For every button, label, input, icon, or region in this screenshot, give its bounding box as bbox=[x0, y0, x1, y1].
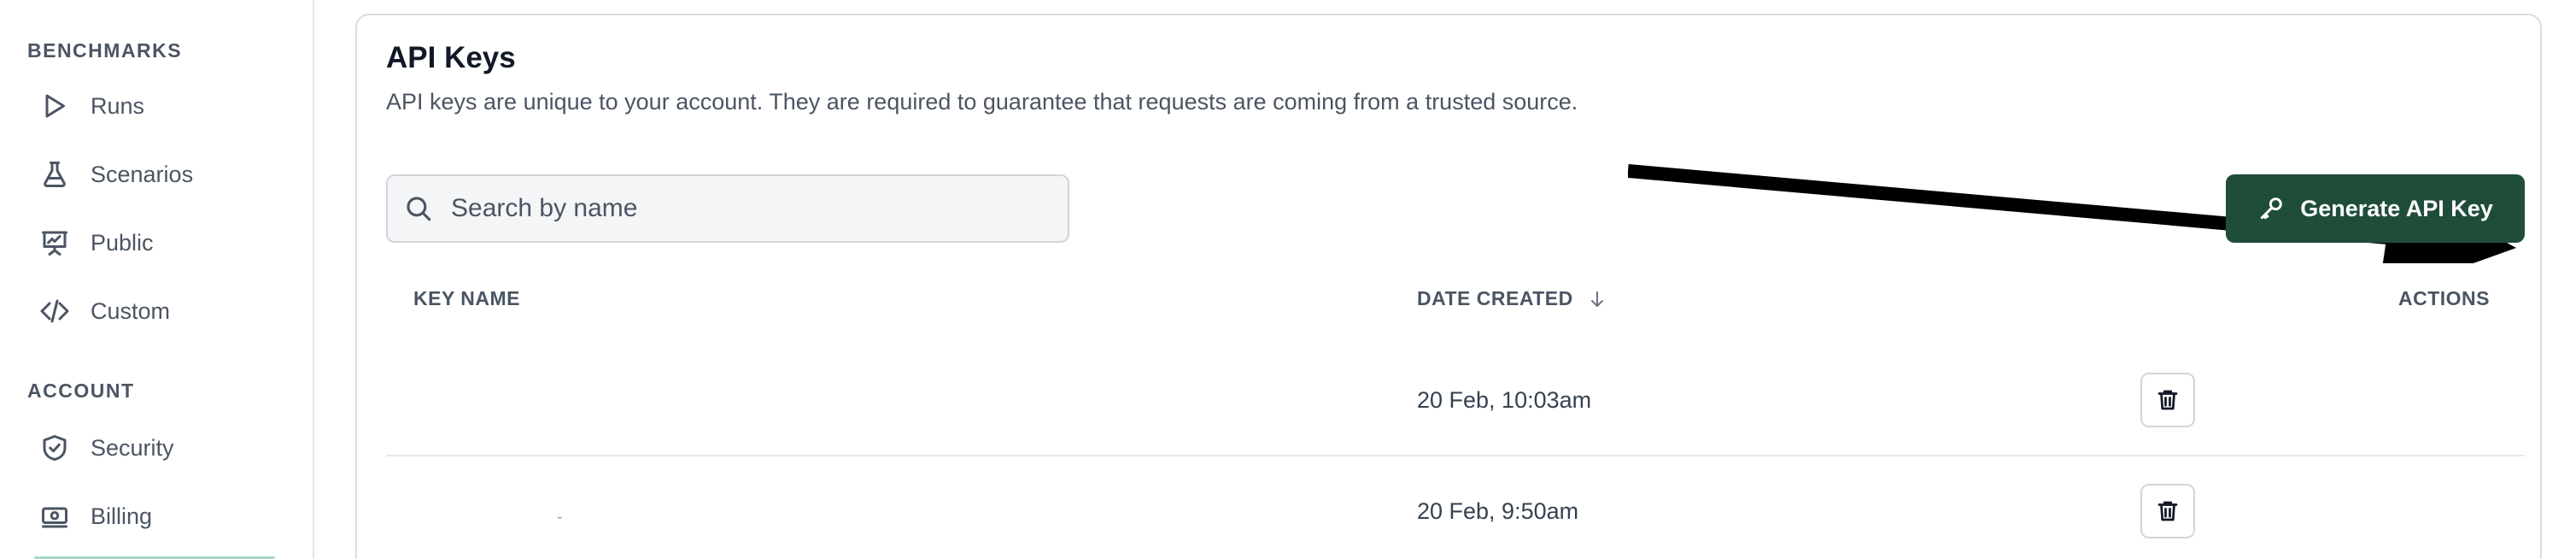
generate-button-label: Generate API Key bbox=[2300, 195, 2493, 221]
sidebar-item-label: Billing bbox=[91, 503, 153, 529]
presentation-chart-icon bbox=[38, 226, 72, 260]
sidebar-item-label: Runs bbox=[91, 92, 145, 119]
sidebar-item-custom[interactable]: Custom bbox=[38, 287, 294, 335]
sidebar-heading-benchmarks: BENCHMARKS bbox=[27, 39, 183, 62]
column-header-date-created[interactable]: DATE CREATED bbox=[1417, 287, 1607, 310]
sidebar-item-label: Public bbox=[91, 229, 154, 256]
sidebar-item-billing[interactable]: Billing bbox=[38, 492, 294, 540]
search-icon bbox=[401, 191, 436, 226]
sidebar-item-label: Security bbox=[91, 434, 174, 461]
delete-key-button[interactable] bbox=[2140, 373, 2195, 427]
date-created-cell: 20 Feb, 9:50am bbox=[1417, 497, 1579, 524]
sidebar-heading-account: ACCOUNT bbox=[27, 380, 135, 402]
sidebar-item-security[interactable]: Security bbox=[38, 424, 294, 472]
delete-key-button[interactable] bbox=[2140, 484, 2195, 538]
sidebar-item-scenarios[interactable]: Scenarios bbox=[38, 150, 294, 198]
shield-check-icon bbox=[38, 431, 72, 465]
money-icon bbox=[38, 499, 72, 533]
page-description: API keys are unique to your account. The… bbox=[386, 89, 1578, 115]
search-input[interactable] bbox=[451, 194, 1049, 223]
code-icon bbox=[38, 294, 72, 328]
date-created-cell: 20 Feb, 10:03am bbox=[1417, 386, 1592, 413]
app-root: BENCHMARKS Runs Scenarios Public Custom bbox=[0, 0, 2576, 559]
flask-icon bbox=[38, 157, 72, 191]
sidebar-item-label: Scenarios bbox=[91, 161, 194, 187]
sidebar-item-label: Custom bbox=[91, 297, 171, 324]
table-row: 20 Feb, 10:03am bbox=[386, 345, 2525, 456]
trash-icon bbox=[2157, 501, 2178, 521]
generate-api-key-button[interactable]: Generate API Key bbox=[2226, 174, 2525, 243]
column-header-date-created-label: DATE CREATED bbox=[1417, 287, 1573, 309]
key-icon bbox=[2261, 197, 2282, 220]
sidebar-item-runs[interactable]: Runs bbox=[38, 82, 294, 130]
trash-icon bbox=[2157, 390, 2178, 410]
search-box[interactable] bbox=[386, 174, 1069, 243]
table-row: - 20 Feb, 9:50am bbox=[386, 456, 2525, 559]
sidebar-item-public[interactable]: Public bbox=[38, 219, 294, 267]
page-title: API Keys bbox=[386, 41, 516, 74]
sidebar: BENCHMARKS Runs Scenarios Public Custom bbox=[0, 0, 314, 559]
arrow-down-icon bbox=[1590, 291, 1603, 307]
key-name-cell: - bbox=[557, 508, 563, 527]
column-header-key-name[interactable]: KEY NAME bbox=[413, 287, 520, 310]
api-keys-card: API Keys API keys are unique to your acc… bbox=[355, 14, 2542, 559]
play-icon bbox=[38, 89, 72, 123]
column-header-actions: ACTIONS bbox=[2398, 287, 2490, 309]
